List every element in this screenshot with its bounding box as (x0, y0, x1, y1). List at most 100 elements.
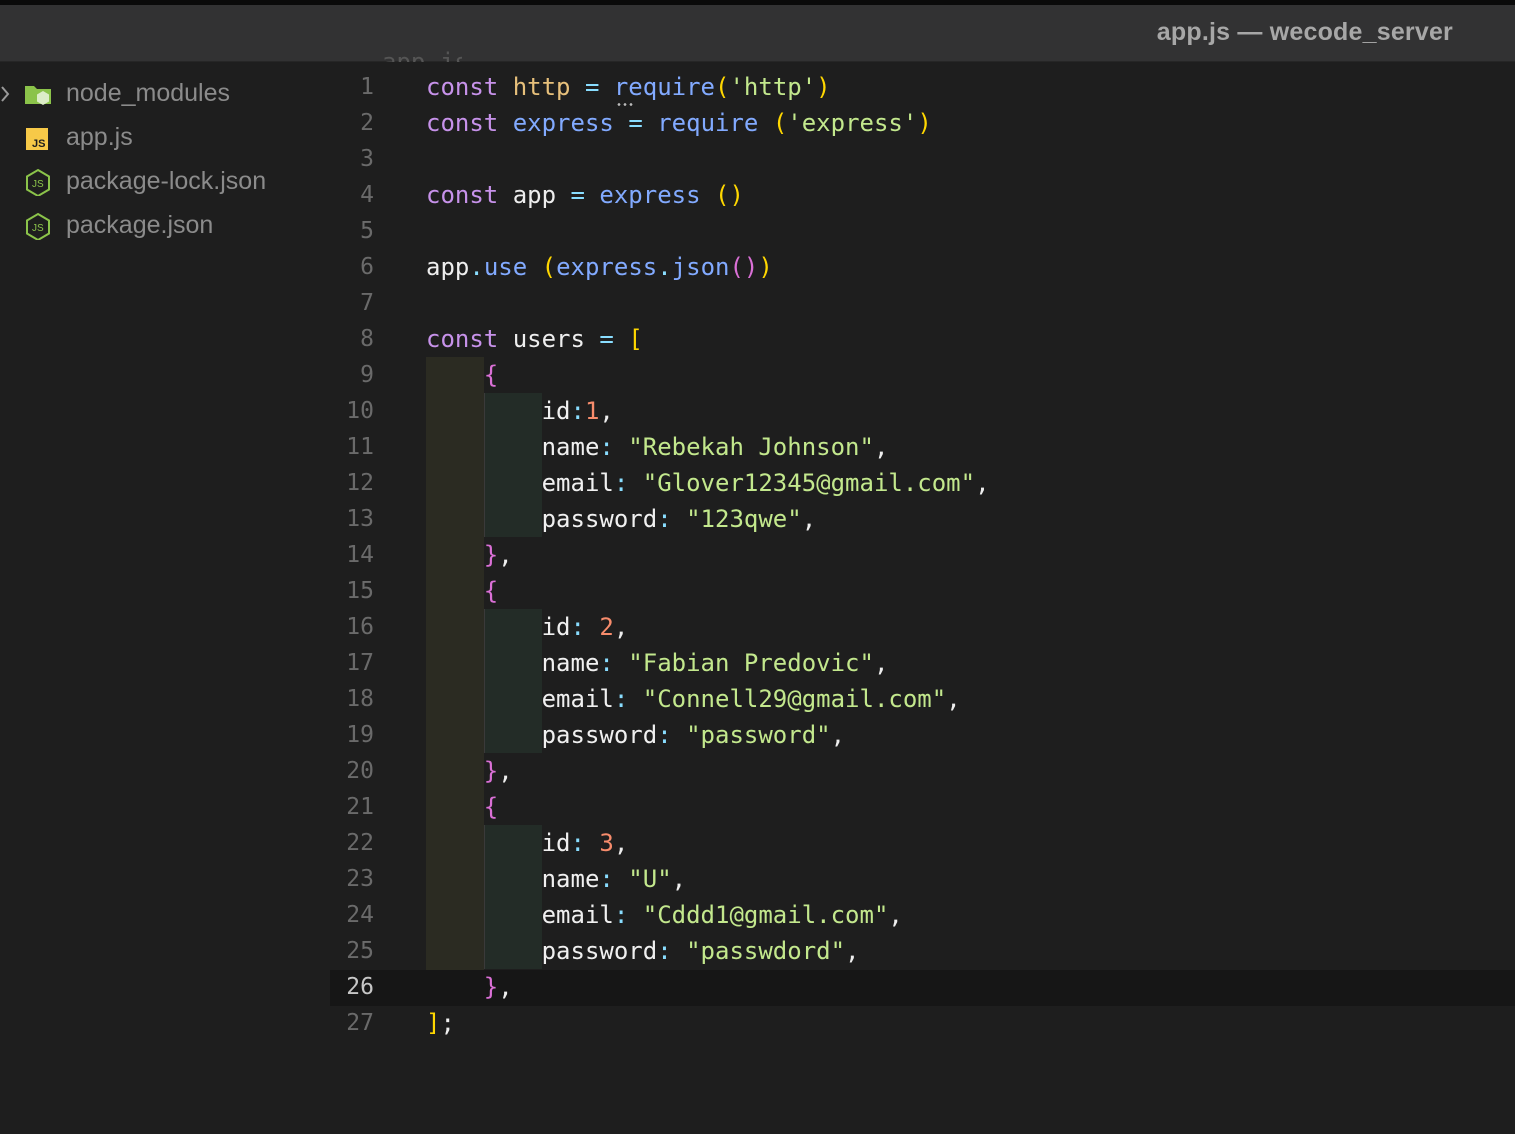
code-line[interactable]: 20 }, (330, 754, 1515, 790)
code-line[interactable]: 23 name: "U", (330, 862, 1515, 898)
code-line[interactable]: 11 name: "Rebekah Johnson", (330, 430, 1515, 466)
code-line[interactable]: 16 id: 2, (330, 610, 1515, 646)
code-text[interactable]: email: "Glover12345@gmail.com", (426, 469, 990, 497)
code-line[interactable]: 27]; (330, 1006, 1515, 1042)
code-token: email (541, 469, 614, 497)
code-line[interactable]: 6 app.use (express.json()) (330, 250, 1515, 286)
code-text[interactable]: password: "password", (426, 721, 845, 749)
code-line[interactable]: 3 (330, 142, 1515, 178)
code-token: ; (440, 1009, 455, 1037)
code-token: , (873, 433, 889, 461)
code-text[interactable]: ]; (426, 1009, 455, 1037)
code-token: 'express' (787, 109, 918, 137)
code-token: . (469, 253, 484, 281)
line-number: 6 (360, 254, 374, 280)
code-line[interactable]: 2 const express = require ('express') (330, 106, 1515, 142)
code-token: http (512, 73, 571, 101)
explorer-item-node-modules[interactable]: node_modules (0, 74, 330, 114)
explorer-item-app-js[interactable]: JS app.js (0, 118, 330, 158)
code-text[interactable]: const express = require ('express') (426, 109, 932, 137)
code-text[interactable]: email: "Connell29@gmail.com", (426, 685, 961, 713)
line-number: 1 (360, 74, 374, 100)
code-token: const (426, 73, 499, 101)
code-token: , (830, 721, 846, 749)
code-text[interactable]: const app = express () (426, 181, 744, 209)
code-line[interactable]: 7 (330, 286, 1515, 322)
code-text[interactable]: }, (426, 757, 513, 785)
code-text[interactable]: const http = require('http') (426, 73, 831, 101)
code-text[interactable]: id: 2, (426, 613, 629, 641)
code-line[interactable]: 12 email: "Glover12345@gmail.com", (330, 466, 1515, 502)
code-text[interactable]: { (426, 361, 498, 389)
explorer-item-package-json[interactable]: JS package.json (0, 206, 330, 246)
code-line[interactable]: 25 password: "passwdord", (330, 934, 1515, 970)
line-number: 8 (360, 326, 374, 352)
code-text[interactable]: password: "passwdord", (426, 937, 860, 965)
code-token: "123qwe" (686, 505, 802, 533)
code-line[interactable]: 1 const http = require('http') (330, 70, 1515, 106)
code-text[interactable]: password: "123qwe", (426, 505, 817, 533)
code-line[interactable]: 24 email: "Cddd1@gmail.com", (330, 898, 1515, 934)
code-text[interactable]: email: "Cddd1@gmail.com", (426, 901, 903, 929)
code-token: name (541, 649, 600, 677)
code-token: : (570, 613, 585, 641)
code-line[interactable]: 5 (330, 214, 1515, 250)
code-token: : (657, 721, 672, 749)
code-text[interactable]: name: "Fabian Predovic", (426, 649, 889, 677)
code-text[interactable]: }, (426, 541, 513, 569)
code-text[interactable]: name: "Rebekah Johnson", (426, 433, 889, 461)
explorer-item-package-lock-json[interactable]: JS package-lock.json (0, 162, 330, 202)
code-text[interactable]: { (426, 577, 498, 605)
code-text[interactable]: id:1, (426, 397, 614, 425)
code-token: users (498, 325, 600, 353)
code-token: app (426, 253, 470, 281)
code-text[interactable]: { (426, 793, 498, 821)
code-token: : (570, 829, 585, 857)
code-line[interactable]: 13 password: "123qwe", (330, 502, 1515, 538)
code-text[interactable]: }, (426, 973, 513, 1001)
code-token: "U" (628, 865, 672, 893)
line-number: 3 (360, 146, 374, 172)
title-bar: app.js — wecode_server (0, 5, 1515, 62)
nodejs-file-icon: JS (24, 212, 52, 242)
code-token: express (512, 109, 614, 137)
code-line[interactable]: 8 const users = [ (330, 322, 1515, 358)
code-token: = (570, 181, 585, 209)
explorer-item-label: package-lock.json (66, 167, 267, 195)
code-token: require (613, 73, 716, 101)
code-line[interactable]: 19 password: "password", (330, 718, 1515, 754)
chevron-right-icon[interactable] (0, 84, 12, 104)
code-text[interactable]: const users = [ (426, 325, 643, 353)
code-token: ( (541, 253, 557, 281)
code-line[interactable]: 14 }, (330, 538, 1515, 574)
code-text[interactable]: name: "U", (426, 865, 687, 893)
code-text[interactable]: app.use (express.json()) (426, 253, 773, 281)
code-line[interactable]: 18 email: "Connell29@gmail.com", (330, 682, 1515, 718)
code-line[interactable]: 26 }, (330, 970, 1515, 1006)
code-text[interactable]: id: 3, (426, 829, 629, 857)
line-number: 4 (360, 182, 374, 208)
code-editor[interactable]: app.js 1 const http = require('http') 2 con… (330, 48, 1515, 1134)
code-token: ) (758, 253, 773, 281)
code-line[interactable]: 17 name: "Fabian Predovic", (330, 646, 1515, 682)
code-token: ] (426, 1009, 441, 1037)
code-line[interactable]: 15 { (330, 574, 1515, 610)
code-line[interactable]: 4 const app = express () (330, 178, 1515, 214)
code-line[interactable]: 9 { (330, 358, 1515, 394)
code-line[interactable]: 21 { (330, 790, 1515, 826)
code-line[interactable]: 22 id: 3, (330, 826, 1515, 862)
code-token: "Connell29@gmail.com" (642, 685, 947, 713)
code-line[interactable]: 10 id:1, (330, 394, 1515, 430)
